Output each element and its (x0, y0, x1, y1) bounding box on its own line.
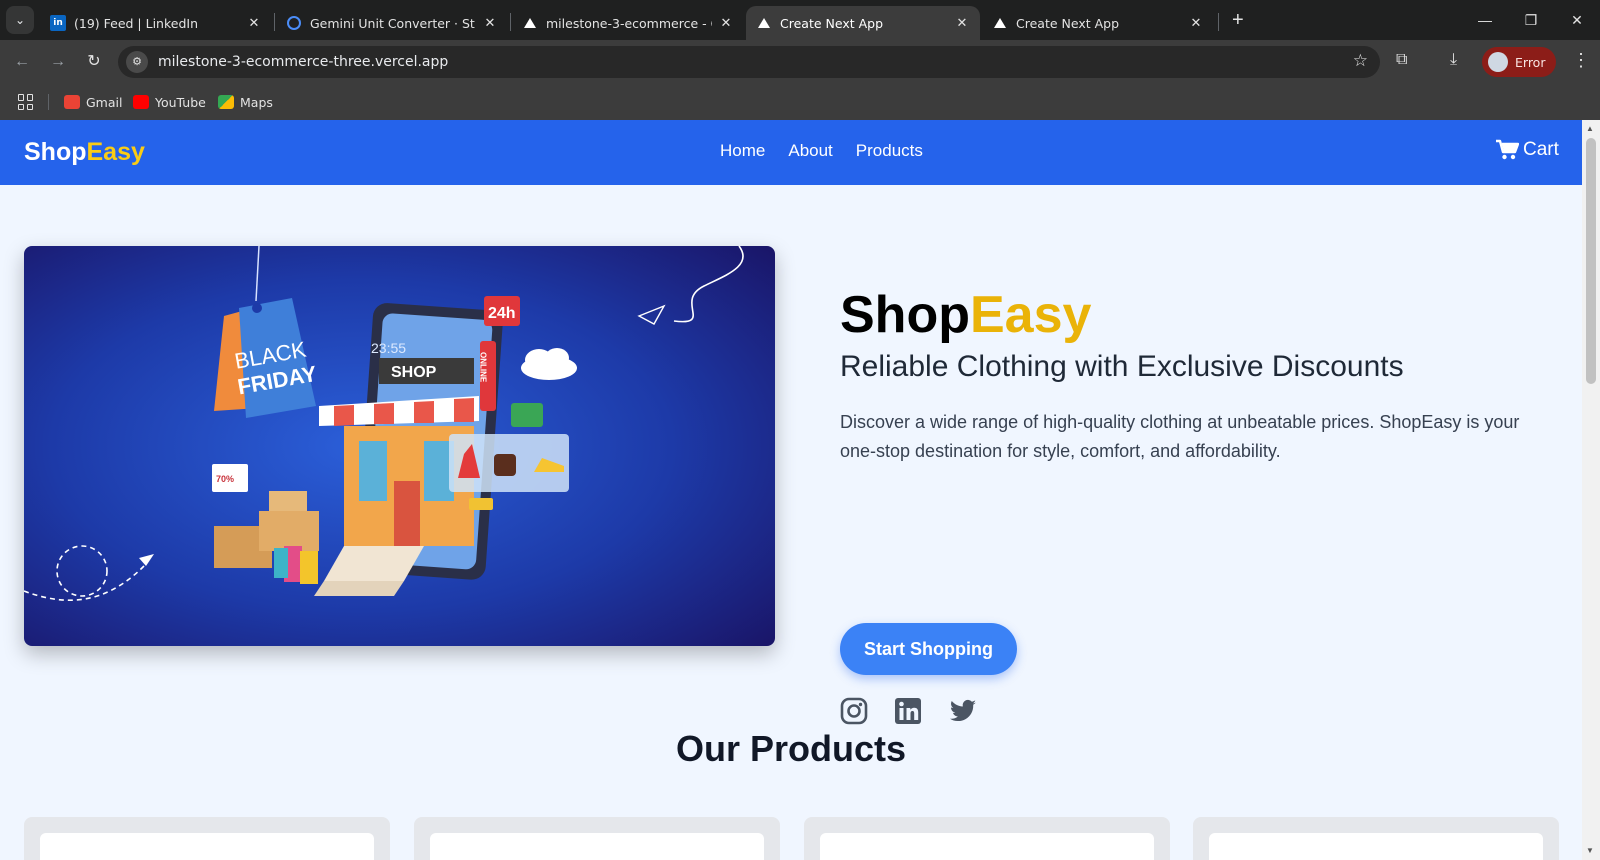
extensions-icon[interactable]: ⧉ (1396, 51, 1407, 69)
bookmarks-bar: Gmail YouTube Maps (0, 84, 1600, 120)
bookmarks-divider (48, 94, 49, 110)
address-bar[interactable]: ⚙ milestone-3-ecommerce-three.vercel.app… (118, 46, 1380, 78)
tab-divider (510, 13, 511, 31)
tab-title: Create Next App (780, 15, 884, 31)
hero-content: ShopEasy Reliable Clothing with Exclusiv… (840, 285, 1540, 725)
page-viewport: ShopEasy Home About Products Cart BLACK … (0, 120, 1582, 860)
site-info-icon[interactable]: ⚙ (126, 51, 148, 73)
avatar (1488, 52, 1508, 72)
browser-tab-bar: ⌄ in (19) Feed | LinkedIn ✕ Gemini Unit … (0, 0, 1600, 40)
back-arrow-icon[interactable]: ← (10, 50, 34, 74)
bookmark-youtube[interactable]: YouTube (133, 92, 206, 112)
product-card[interactable] (1193, 817, 1559, 860)
twitter-icon[interactable] (948, 697, 976, 725)
restore-icon[interactable]: ❐ (1516, 8, 1546, 32)
product-card-image-area (1209, 833, 1543, 860)
gmail-icon (64, 95, 80, 109)
instagram-icon[interactable] (840, 697, 868, 725)
minimize-icon[interactable]: — (1470, 8, 1500, 32)
browser-tab-streamlit[interactable]: Gemini Unit Converter · Streamlit ✕ (276, 6, 508, 40)
scrollbar-thumb[interactable] (1586, 138, 1596, 384)
bookmark-gmail[interactable]: Gmail (64, 92, 122, 112)
close-icon[interactable]: ✕ (718, 16, 734, 31)
linkedin-icon[interactable] (894, 697, 922, 725)
products-section-title: Our Products (675, 728, 907, 769)
hero-description: Discover a wide range of high-quality cl… (840, 412, 1520, 461)
brand-primary: Shop (24, 138, 87, 166)
browser-tab-active[interactable]: Create Next App ✕ (746, 6, 980, 40)
svg-text:ONLINE: ONLINE (479, 352, 488, 383)
nav-links: Home About Products (720, 141, 923, 161)
cart-button[interactable]: Cart (1495, 139, 1559, 161)
product-card-image-area (430, 833, 764, 860)
svg-text:23:55: 23:55 (371, 340, 406, 356)
scroll-down-arrow-icon[interactable]: ▼ (1586, 846, 1594, 855)
hero-illustration: BLACK FRIDAY 23:55 SHOP 24h ONLINE 70% (24, 246, 775, 646)
hero-title-primary: Shop (840, 286, 970, 344)
hero-subtitle: Reliable Clothing with Exclusive Discoun… (840, 350, 1404, 383)
new-tab-plus-icon[interactable]: + (1232, 9, 1244, 31)
close-icon[interactable]: ✕ (246, 16, 262, 31)
streamlit-icon (286, 15, 302, 31)
product-card-image-area (40, 833, 374, 860)
nav-link-about[interactable]: About (788, 141, 832, 161)
tab-divider (274, 13, 275, 31)
site-navbar: ShopEasy Home About Products Cart (0, 120, 1582, 185)
profile-status-label: Error (1515, 54, 1546, 70)
svg-text:24h: 24h (488, 305, 516, 322)
tab-search-button[interactable]: ⌄ (6, 6, 34, 34)
svg-text:SHOP: SHOP (391, 364, 437, 381)
browser-tab-vercel-overview[interactable]: milestone-3-ecommerce - Overview ✕ (512, 6, 744, 40)
product-card[interactable] (804, 817, 1170, 860)
download-icon[interactable]: ⤓ (1450, 51, 1457, 69)
vercel-icon (522, 15, 538, 31)
bookmark-maps[interactable]: Maps (218, 92, 273, 112)
nav-link-products[interactable]: Products (856, 141, 923, 161)
brand-accent: Easy (86, 138, 145, 166)
browser-menu-icon[interactable]: ⋮ (1572, 50, 1590, 71)
vercel-icon (992, 15, 1008, 31)
browser-tab-next-app[interactable]: Create Next App ✕ (982, 6, 1214, 40)
page-scrollbar[interactable]: ▲ ▼ (1582, 120, 1600, 860)
close-icon[interactable]: ✕ (1188, 16, 1204, 31)
tab-title: Gemini Unit Converter · Streamlit (310, 15, 476, 31)
start-shopping-button[interactable]: Start Shopping (840, 623, 1017, 675)
bookmark-label: YouTube (155, 94, 206, 110)
url-text[interactable]: milestone-3-ecommerce-three.vercel.app (158, 54, 448, 70)
tab-divider (1218, 13, 1219, 31)
svg-text:70%: 70% (216, 474, 234, 484)
hero-title-accent: Easy (969, 286, 1092, 344)
linkedin-icon: in (50, 15, 66, 31)
product-card[interactable] (24, 817, 390, 860)
cart-label: Cart (1523, 139, 1559, 160)
24h-badge: 24h (484, 296, 520, 326)
maps-icon (218, 95, 234, 109)
youtube-icon (133, 95, 149, 109)
forward-arrow-icon[interactable]: → (46, 50, 70, 74)
shopping-cart-icon (1496, 139, 1519, 160)
scroll-up-arrow-icon[interactable]: ▲ (1586, 124, 1594, 133)
browser-tab-linkedin[interactable]: in (19) Feed | LinkedIn ✕ (40, 6, 272, 40)
hero-title: ShopEasy (840, 285, 1540, 345)
browser-toolbar: ← → ↻ ⚙ milestone-3-ecommerce-three.verc… (0, 40, 1600, 84)
bookmark-label: Gmail (86, 94, 123, 110)
tab-title: milestone-3-ecommerce - Overview (546, 15, 712, 31)
tab-title: (19) Feed | LinkedIn (74, 15, 198, 31)
site-logo[interactable]: ShopEasy (24, 138, 145, 167)
bookmark-label: Maps (240, 94, 273, 110)
vercel-icon (756, 15, 772, 31)
bookmark-star-icon[interactable]: ☆ (1353, 51, 1368, 71)
window-close-icon[interactable]: ✕ (1562, 8, 1592, 32)
profile-chip[interactable]: Error (1482, 47, 1556, 77)
close-icon[interactable]: ✕ (482, 16, 498, 31)
hero-image: BLACK FRIDAY 23:55 SHOP 24h ONLINE 70% (24, 246, 775, 646)
tab-title: Create Next App (1016, 15, 1120, 31)
product-card[interactable] (414, 817, 780, 860)
reload-icon[interactable]: ↻ (82, 50, 106, 74)
close-icon[interactable]: ✕ (954, 16, 970, 31)
social-links (840, 697, 976, 725)
product-card-image-area (820, 833, 1154, 860)
nav-link-home[interactable]: Home (720, 141, 765, 161)
apps-grid-icon[interactable] (18, 94, 34, 110)
